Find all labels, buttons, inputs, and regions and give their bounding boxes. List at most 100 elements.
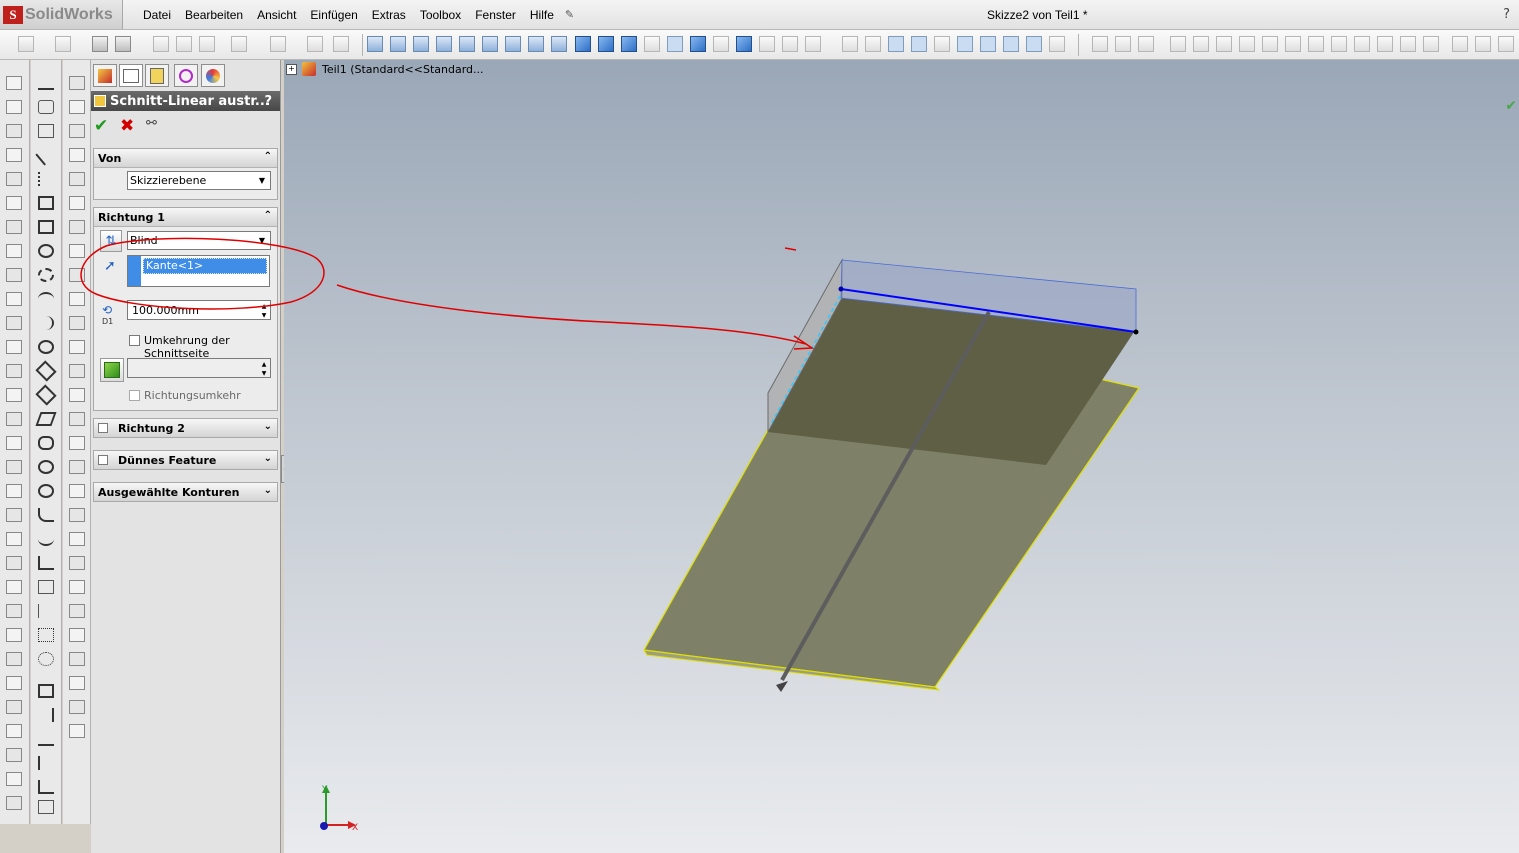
draft-increase-icon[interactable]: ▲ <box>258 360 270 369</box>
mass-properties-icon[interactable] <box>69 100 85 114</box>
ok-button[interactable]: ✔ <box>94 116 120 138</box>
equation-curve-icon[interactable] <box>38 580 54 594</box>
costing-icon[interactable] <box>69 508 85 522</box>
section-properties-icon[interactable] <box>69 124 85 138</box>
shell-icon[interactable] <box>1331 36 1347 52</box>
extrude-boss-icon[interactable] <box>1092 36 1108 52</box>
dome-feature-icon[interactable] <box>6 364 22 378</box>
help-icon[interactable]: ? <box>1503 7 1510 22</box>
direction-selection-box[interactable]: Kante<1> <box>127 255 270 287</box>
rib-feature-icon[interactable] <box>6 268 22 282</box>
deform-feature-icon[interactable] <box>6 604 22 618</box>
options-icon[interactable] <box>199 36 215 52</box>
edge-end-point[interactable] <box>1133 329 1139 335</box>
ellipse-icon[interactable] <box>38 340 54 354</box>
tab-featuremanager[interactable] <box>93 64 117 87</box>
graphics-area[interactable]: + Teil1 (Standard<<Standard... ✔ Y X <box>284 60 1519 853</box>
draft-toggle-button[interactable] <box>100 358 124 382</box>
trimetric-view-icon[interactable] <box>528 36 544 52</box>
fillet-icon[interactable] <box>1262 36 1278 52</box>
deviation-analysis-icon[interactable] <box>69 220 85 234</box>
extrude-feature-icon[interactable] <box>6 76 22 90</box>
shell-feature-icon[interactable] <box>6 292 22 306</box>
flex-feature-icon[interactable] <box>6 556 22 570</box>
start-condition-select[interactable]: Skizzierebene ▼ <box>127 171 271 190</box>
mirror-feature-icon[interactable] <box>6 412 22 426</box>
zoom-to-fit-icon[interactable] <box>842 36 858 52</box>
rebuild-traffic-light-icon[interactable] <box>307 36 323 52</box>
curvature-icon[interactable] <box>69 268 85 282</box>
circular-pattern-icon[interactable] <box>1423 36 1439 52</box>
group-von-header[interactable]: Von ⌃ <box>94 149 277 168</box>
group-ausgewaehlte-konturen-header[interactable]: Ausgewählte Konturen ⌄ <box>94 483 277 501</box>
menu-datei[interactable]: Datei <box>136 8 178 22</box>
simulation-xpress-icon[interactable] <box>69 412 85 426</box>
corner-rectangle-icon[interactable] <box>38 220 54 234</box>
hole-feature-icon[interactable] <box>6 340 22 354</box>
group-richtung-1-header[interactable]: Richtung 1 ⌃ <box>94 208 277 227</box>
tangent-arc-icon[interactable] <box>38 316 54 330</box>
linear-pattern-icon[interactable] <box>1400 36 1416 52</box>
floxpress-icon[interactable] <box>69 436 85 450</box>
revolve-feature-icon[interactable] <box>6 100 22 114</box>
draft-analysis-icon[interactable] <box>69 292 85 306</box>
parallelogram-icon[interactable] <box>35 384 57 406</box>
menu-hilfe[interactable]: Hilfe <box>523 8 561 22</box>
view-axes-icon[interactable] <box>911 36 927 52</box>
symmetry-check-icon[interactable] <box>69 388 85 402</box>
left-view-icon[interactable] <box>413 36 429 52</box>
rotate-view-icon[interactable] <box>805 36 821 52</box>
chamfer-icon[interactable] <box>1285 36 1301 52</box>
straight-slot-icon[interactable] <box>38 436 54 450</box>
check-entity-icon[interactable] <box>69 148 85 162</box>
wrap-feature-icon[interactable] <box>6 532 22 546</box>
end-condition-select[interactable]: Blind ▼ <box>127 231 271 250</box>
open-document-icon[interactable] <box>55 36 71 52</box>
centerline-icon[interactable] <box>38 124 54 138</box>
view-sketches-icon[interactable] <box>1026 36 1042 52</box>
draft-angle-input[interactable]: ▲ ▼ <box>127 358 271 378</box>
richtung-2-checkbox[interactable] <box>98 423 108 433</box>
trim-icon[interactable] <box>38 732 54 746</box>
extend-icon[interactable] <box>38 756 54 770</box>
menu-einfuegen[interactable]: Einfügen <box>303 8 364 22</box>
draft-decrease-icon[interactable]: ▼ <box>258 369 270 378</box>
collapse-chevron-icon[interactable]: ⌃ <box>264 151 272 162</box>
expand-chevron-icon[interactable]: ⌄ <box>264 453 272 464</box>
tab-dimxpertmanager[interactable] <box>174 64 198 87</box>
depth-decrease-icon[interactable]: ▼ <box>258 311 270 320</box>
single-view-icon[interactable] <box>598 36 614 52</box>
select-pointer-icon[interactable] <box>333 36 349 52</box>
curves-feature-icon[interactable] <box>6 796 22 810</box>
text-tool-icon[interactable] <box>38 604 54 618</box>
repair-sketch-icon[interactable] <box>38 800 54 814</box>
sketch-pattern-icon[interactable] <box>38 628 54 642</box>
pan-icon[interactable] <box>782 36 798 52</box>
reference-axis-icon[interactable] <box>1498 36 1514 52</box>
selected-edge[interactable]: Kante<1> <box>143 258 267 274</box>
dropdown-arrow-icon[interactable]: ▼ <box>255 233 269 248</box>
sustainability-icon[interactable] <box>69 532 85 546</box>
arc-icon[interactable] <box>38 292 54 306</box>
feature-help-icon[interactable]: ? <box>264 94 272 109</box>
dimetric-view-icon[interactable] <box>551 36 567 52</box>
draft-feature-icon[interactable] <box>6 316 22 330</box>
thicken-feature-icon[interactable] <box>6 460 22 474</box>
sweep-cut-icon[interactable] <box>1216 36 1232 52</box>
driveworksxpress-icon[interactable] <box>69 484 85 498</box>
replace-face-feature-icon[interactable] <box>6 700 22 714</box>
sweep-boss-icon[interactable] <box>1138 36 1154 52</box>
direction-arrow-head-icon[interactable] <box>776 681 788 692</box>
view-sketch-relations-icon[interactable] <box>957 36 973 52</box>
point-icon[interactable] <box>38 484 54 498</box>
solidworks-logo[interactable]: S SolidWorks <box>0 0 123 29</box>
zoom-area-icon[interactable] <box>865 36 881 52</box>
detailed-preview-button[interactable]: ⚯ <box>146 116 170 138</box>
collapse-chevron-icon[interactable]: ⌃ <box>264 210 272 221</box>
conic-icon[interactable] <box>38 532 54 546</box>
line-icon[interactable] <box>35 144 57 166</box>
pattern-feature-icon[interactable] <box>6 388 22 402</box>
customize-icon[interactable] <box>69 676 85 690</box>
design-checker-icon[interactable] <box>69 556 85 570</box>
geometry-analysis-icon[interactable] <box>69 172 85 186</box>
